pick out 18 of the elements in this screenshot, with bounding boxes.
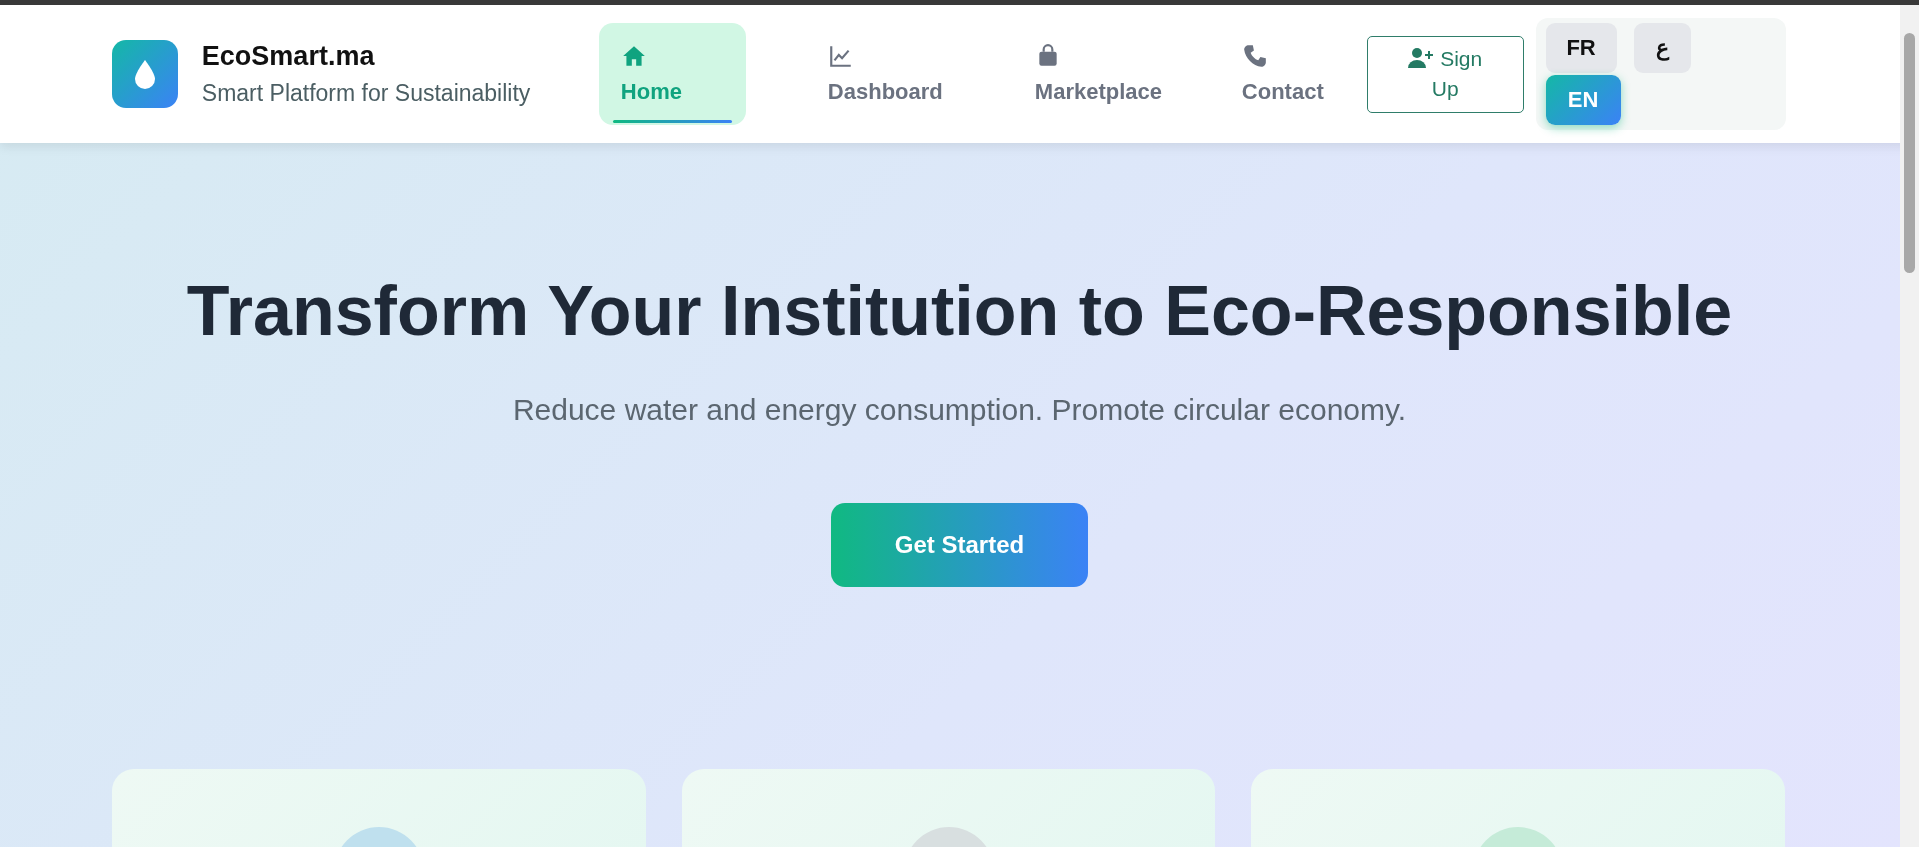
get-started-button[interactable]: Get Started [831,503,1088,587]
phone-icon [1241,43,1268,69]
line-chart-icon [827,43,854,69]
water-drop-icon [133,59,156,89]
hero-subtitle: Reduce water and energy consumption. Promote circular economy. [512,393,1407,427]
nav-tab[interactable]: Contact [1219,23,1367,125]
scrollbar[interactable] [1900,5,1919,847]
sign-up-button[interactable]: Sign Up [1366,35,1524,113]
language-button[interactable]: FR [1545,23,1617,73]
language-button[interactable]: ع [1633,23,1691,73]
hero-title: Transform Your Institution to Eco-Responsible [186,271,1733,351]
nav-tab[interactable]: Marketplace [1012,23,1160,125]
brand-name: EcoSmart.ma [201,41,376,72]
add-user-icon [1408,47,1435,69]
brand-tagline: Smart Platform for Sustainability [201,80,532,107]
nav-tab[interactable]: Home [598,23,746,125]
language-button[interactable]: EN [1545,75,1621,125]
nav-tab[interactable]: Dashboard [805,23,953,125]
